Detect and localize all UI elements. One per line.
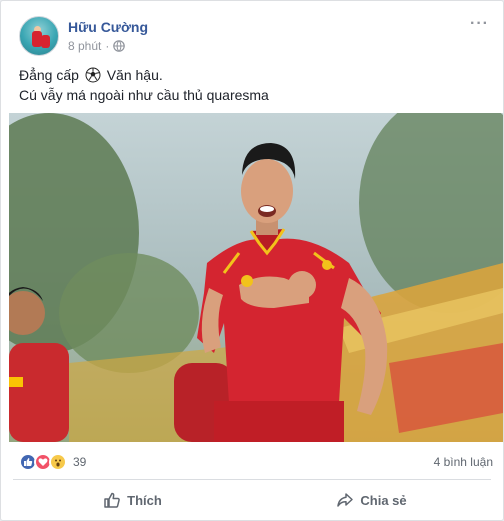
post-text-line-2: Cú vẫy má ngoài như cầu thủ quaresma bbox=[19, 87, 269, 103]
post-card: Hữu Cường 8 phút · ··· Đẳng cấp Văn hậu.… bbox=[0, 0, 504, 521]
separator-dot: · bbox=[105, 39, 110, 53]
like-button-label: Thích bbox=[127, 492, 162, 508]
like-button[interactable]: Thích bbox=[13, 482, 252, 518]
comment-count-link[interactable]: 4 bình luận bbox=[434, 455, 493, 469]
post-text-line-1: Đẳng cấp Văn hậu. bbox=[19, 65, 269, 85]
reaction-count: 39 bbox=[73, 455, 87, 469]
share-button-label: Chia sẻ bbox=[360, 492, 407, 508]
wow-icon bbox=[49, 453, 67, 471]
share-arrow-icon bbox=[337, 493, 354, 507]
author-name[interactable]: Hữu Cường bbox=[68, 18, 148, 36]
share-button[interactable]: Chia sẻ bbox=[252, 482, 491, 518]
photo-illustration bbox=[9, 113, 503, 442]
timestamp[interactable]: 8 phút bbox=[68, 38, 101, 54]
post-actions: Thích Chia sẻ bbox=[13, 482, 491, 518]
post-meta: Hữu Cường 8 phút · bbox=[68, 18, 148, 54]
avatar[interactable] bbox=[19, 16, 59, 56]
post-text-line-1-before: Đẳng cấp bbox=[19, 67, 79, 83]
post-text: Đẳng cấp Văn hậu. Cú vẫy má ngoài như cầ… bbox=[19, 65, 269, 105]
post-text-line-1-after: Văn hậu. bbox=[106, 67, 163, 83]
more-options-icon[interactable]: ··· bbox=[470, 15, 489, 33]
thumbs-up-icon bbox=[104, 492, 120, 508]
avatar-figure-2 bbox=[41, 35, 50, 48]
timestamp-row: 8 phút · bbox=[68, 38, 148, 54]
reactions-summary[interactable]: 39 bbox=[19, 453, 86, 471]
post-header: Hữu Cường 8 phút · bbox=[19, 15, 148, 57]
actions-divider bbox=[13, 479, 491, 480]
globe-icon[interactable] bbox=[113, 40, 126, 52]
soccer-ball-icon bbox=[85, 67, 101, 83]
post-photo[interactable] bbox=[9, 113, 503, 442]
